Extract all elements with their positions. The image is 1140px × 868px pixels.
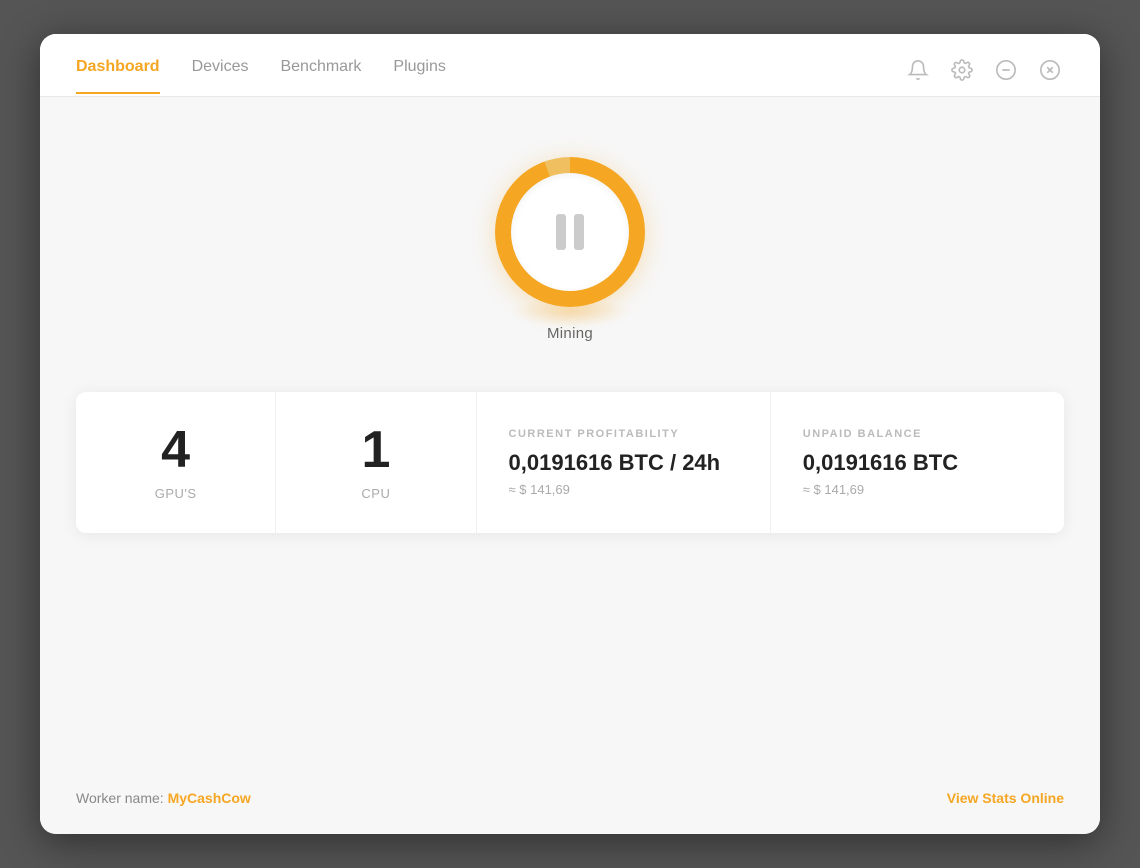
mining-button-inner <box>511 173 629 291</box>
stats-row: 4 GPU'S 1 CPU CURRENT PROFITABILITY 0,01… <box>76 392 1064 533</box>
cpu-count: 1 <box>361 424 390 476</box>
gpu-stat-card: 4 GPU'S <box>76 392 276 533</box>
tab-devices[interactable]: Devices <box>192 58 249 94</box>
tab-plugins[interactable]: Plugins <box>393 58 445 94</box>
balance-title: UNPAID BALANCE <box>803 428 1032 440</box>
bell-icon[interactable] <box>904 56 932 84</box>
profitability-sub: ≈ $ 141,69 <box>509 482 738 497</box>
gpu-label: GPU'S <box>155 486 197 501</box>
pause-icon <box>556 214 584 250</box>
settings-icon[interactable] <box>948 56 976 84</box>
close-icon[interactable] <box>1036 56 1064 84</box>
header: Dashboard Devices Benchmark Plugins <box>40 34 1100 96</box>
mining-toggle-button[interactable] <box>495 157 645 307</box>
app-window: Dashboard Devices Benchmark Plugins <box>40 34 1100 834</box>
mining-status-label: Mining <box>547 325 593 342</box>
header-icons <box>904 56 1064 96</box>
gpu-count: 4 <box>161 424 190 476</box>
nav-tabs: Dashboard Devices Benchmark Plugins <box>76 58 446 94</box>
balance-card: UNPAID BALANCE 0,0191616 BTC ≈ $ 141,69 <box>771 392 1064 533</box>
main-content: Mining 4 GPU'S 1 CPU CURRENT PROFITABILI… <box>40 97 1100 762</box>
pause-bar-left <box>556 214 566 250</box>
mining-section: Mining <box>495 157 645 342</box>
minimize-icon[interactable] <box>992 56 1020 84</box>
worker-label: Worker name: <box>76 790 164 806</box>
footer: Worker name: MyCashCow View Stats Online <box>40 762 1100 834</box>
cpu-label: CPU <box>361 486 390 501</box>
balance-sub: ≈ $ 141,69 <box>803 482 1032 497</box>
pause-bar-right <box>574 214 584 250</box>
profitability-card: CURRENT PROFITABILITY 0,0191616 BTC / 24… <box>477 392 771 533</box>
profitability-value: 0,0191616 BTC / 24h <box>509 450 738 476</box>
tab-benchmark[interactable]: Benchmark <box>280 58 361 94</box>
worker-name-value: MyCashCow <box>168 790 251 806</box>
cpu-stat-card: 1 CPU <box>276 392 476 533</box>
tab-dashboard[interactable]: Dashboard <box>76 58 160 94</box>
worker-name-section: Worker name: MyCashCow <box>76 790 251 806</box>
profitability-title: CURRENT PROFITABILITY <box>509 428 738 440</box>
balance-value: 0,0191616 BTC <box>803 450 1032 476</box>
view-stats-link[interactable]: View Stats Online <box>947 790 1064 806</box>
